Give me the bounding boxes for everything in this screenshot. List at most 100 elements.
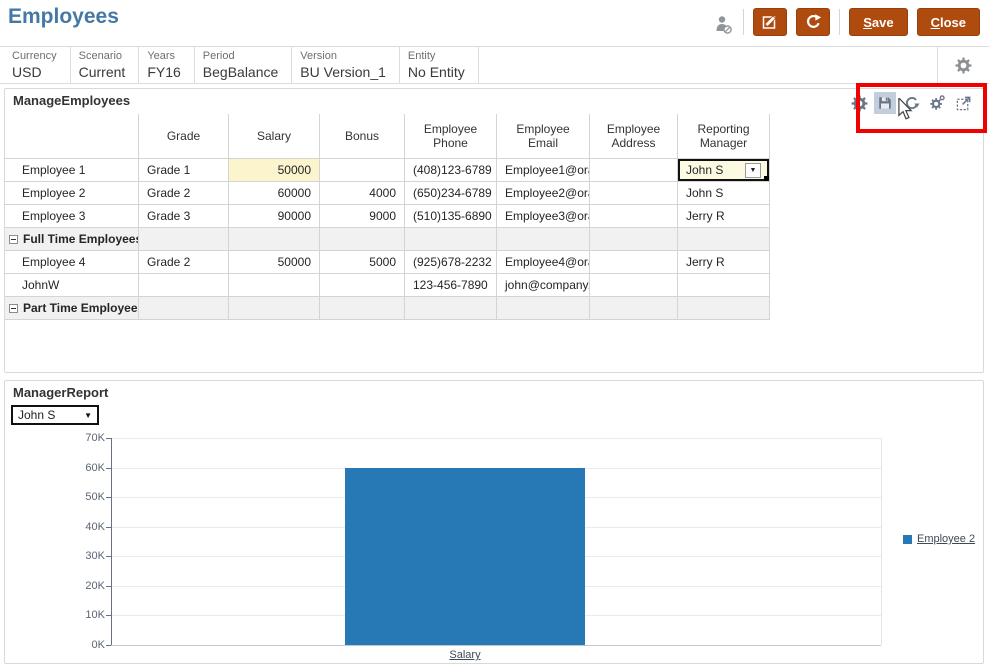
salary-bar-chart: 0K 10K 20K 30K 40K 50K 60K 70K Salary Employee 2 [5,381,983,663]
pov-member-years[interactable]: Years FY16 [139,47,195,83]
grid-cell[interactable]: Jerry R [678,251,770,274]
grid-cell[interactable] [320,297,405,320]
column-header[interactable]: Employee Address [590,114,678,159]
column-header[interactable]: Employee Email [497,114,590,159]
grid-cell[interactable]: 50000 [229,251,320,274]
pov-member-currency[interactable]: Currency USD [4,47,71,83]
fill-handle[interactable] [764,176,769,181]
x-axis-label[interactable]: Salary [345,649,585,661]
collapse-icon[interactable] [9,234,18,244]
grid-cell[interactable] [590,228,678,251]
pov-member-entity[interactable]: Entity No Entity [400,47,479,83]
legend-swatch [903,534,912,544]
grid-cell[interactable]: Employee1@orac [497,159,590,182]
row-header[interactable]: Employee 3 [5,205,139,228]
maximize-icon[interactable] [952,92,974,114]
close-button[interactable]: Close [916,8,980,36]
refresh-button[interactable] [796,8,831,36]
grid-cell[interactable] [590,297,678,320]
grid-cell[interactable] [139,274,229,297]
save-button[interactable]: Save [849,8,908,36]
grid-cell[interactable]: 50000 [229,159,320,182]
grid-cell[interactable] [497,297,590,320]
manager-dropdown-cell[interactable]: John S ▼ [678,159,770,182]
save-icon[interactable] [874,92,896,114]
grid-cell[interactable]: Grade 1 [139,159,229,182]
pov-member-version[interactable]: Version BU Version_1 [292,47,400,83]
pov-member-label: Scenario [78,50,123,62]
page-title: Employees [8,5,119,28]
grid-cell[interactable]: 123-456-7890 [405,274,497,297]
grid-cell[interactable]: Employee2@orac [497,182,590,205]
column-header[interactable]: Salary [229,114,320,159]
edit-icon [762,15,777,29]
grid-cell[interactable] [320,228,405,251]
grid-cell[interactable] [590,274,678,297]
group-row-header[interactable]: Full Time Employees [5,228,139,251]
grid-cell[interactable] [320,159,405,182]
column-header[interactable]: Grade [139,114,229,159]
pov-members: Currency USD Scenario Current Years FY16 Perio… [4,47,479,83]
y-axis-tick-label: 50K [85,491,105,504]
pov-member-value: FY16 [147,64,181,80]
grid-cell[interactable]: (408)123-6789 [405,159,497,182]
pov-settings-button[interactable] [937,47,989,83]
pov-member-scenario[interactable]: Scenario Current [71,47,140,83]
divider [839,9,841,35]
edit-button[interactable] [753,8,788,36]
grid-cell[interactable]: John S [678,182,770,205]
dropdown-arrow-button[interactable]: ▼ [745,162,761,178]
grid-cell[interactable]: Grade 3 [139,205,229,228]
grid-cell[interactable] [229,274,320,297]
row-header[interactable]: Employee 4 [5,251,139,274]
grid-cell[interactable] [678,274,770,297]
collapse-icon[interactable] [9,303,18,313]
grid-cell[interactable] [678,297,770,320]
grid-cell[interactable]: john@company.c [497,274,590,297]
pov-member-label: Years [147,50,176,62]
grid-cell[interactable] [405,228,497,251]
grid-cell[interactable]: (510)135-6890 [405,205,497,228]
grid-cell[interactable] [590,205,678,228]
grid-cell[interactable] [678,228,770,251]
row-header[interactable]: Employee 1 [5,159,139,182]
grid-cell[interactable] [229,228,320,251]
grid-cell[interactable] [590,159,678,182]
grid-cell[interactable] [229,297,320,320]
grid-cell[interactable] [497,228,590,251]
user-status-icon[interactable] [712,14,734,36]
pov-member-value: USD [12,64,42,80]
legend-item[interactable]: Employee 2 [903,533,975,545]
row-header[interactable]: JohnW [5,274,139,297]
grid-cell[interactable] [139,297,229,320]
grid-cell[interactable]: Employee4@orac [497,251,590,274]
grid-cell[interactable]: 5000 [320,251,405,274]
row-header[interactable]: Employee 2 [5,182,139,205]
grid-cell[interactable]: 60000 [229,182,320,205]
grid-cell[interactable]: Employee3@orac [497,205,590,228]
plot-right-border [881,438,882,645]
grid-cell[interactable] [590,182,678,205]
salary-bar[interactable] [345,468,585,645]
grid-cell[interactable] [139,228,229,251]
y-axis-tick-label: 10K [85,609,105,622]
format-gear-icon[interactable] [848,92,870,114]
grid-cell[interactable]: Grade 2 [139,251,229,274]
grid-cell[interactable]: (650)234-6789 [405,182,497,205]
grid-cell[interactable] [590,251,678,274]
grid-cell[interactable]: Grade 2 [139,182,229,205]
grid-cell[interactable]: (925)678-2232 [405,251,497,274]
grid-cell[interactable]: 9000 [320,205,405,228]
grid-cell[interactable]: 90000 [229,205,320,228]
column-header[interactable]: Bonus [320,114,405,159]
grid-cell[interactable] [405,297,497,320]
grid-cell[interactable]: Jerry R [678,205,770,228]
group-row-header[interactable]: Part Time Employees [5,297,139,320]
column-header[interactable]: Reporting Manager [678,114,770,159]
grid-cell[interactable] [320,274,405,297]
grid-cell[interactable]: 4000 [320,182,405,205]
column-header[interactable]: Employee Phone [405,114,497,159]
refresh-icon[interactable] [900,92,922,114]
pov-member-period[interactable]: Period BegBalance [195,47,293,83]
actions-gear-icon[interactable] [926,92,948,114]
